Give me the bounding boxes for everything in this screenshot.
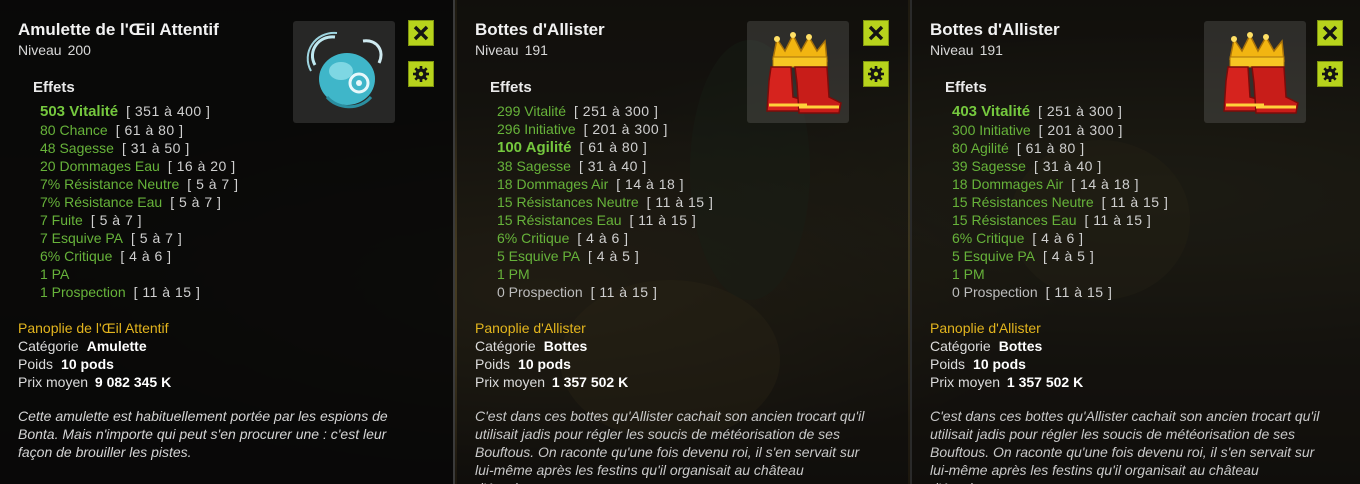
category-row: Catégorie Bottes (475, 338, 588, 354)
item-tooltip-3: Bottes d'Allister Niveau 191 Effets 403 V… (910, 0, 1360, 484)
effect-line: 1 PA (40, 266, 70, 282)
effect-line: 7% Résistance Eau[ 5 à 7 ] (40, 194, 222, 210)
crowned-boots-icon (1204, 21, 1306, 123)
effect-line: 39 Sagesse[ 31 à 40 ] (952, 158, 1102, 174)
settings-button[interactable] (863, 61, 889, 87)
effect-line: 7 Esquive PA[ 5 à 7 ] (40, 230, 183, 246)
effect-line: 100 Agilité[ 61 à 80 ] (497, 139, 648, 156)
effect-line: 80 Chance[ 61 à 80 ] (40, 122, 184, 138)
effect-line: 1 PM (952, 266, 985, 282)
set-name-link[interactable]: Panoplie de l'Œil Attentif (18, 319, 453, 337)
level-value: 191 (979, 42, 1003, 58)
effect-line: 18 Dommages Air[ 14 à 18 ] (952, 176, 1140, 192)
price-row: Prix moyen 1 357 502 K (475, 374, 629, 390)
effect-line: 15 Résistances Eau[ 11 à 15 ] (952, 212, 1152, 228)
price-row: Prix moyen 9 082 345 K (18, 374, 172, 390)
effect-line: 0 Prospection[ 11 à 15 ] (952, 284, 1113, 300)
item-tooltip-1: Amulette de l'Œil Attentif Niveau 200 Eff… (0, 0, 455, 484)
gear-icon (413, 66, 429, 82)
item-tooltip-2: Bottes d'Allister Niveau 191 Effets 299 V… (457, 0, 908, 484)
category-row: Catégorie Bottes (930, 338, 1043, 354)
effect-line: 6% Critique[ 4 à 6 ] (40, 248, 172, 264)
settings-button[interactable] (408, 61, 434, 87)
crowned-boots-icon (747, 21, 849, 123)
effect-line: 1 PM (497, 266, 530, 282)
effect-line: 15 Résistances Neutre[ 11 à 15 ] (497, 194, 714, 210)
effect-line: 38 Sagesse[ 31 à 40 ] (497, 158, 647, 174)
effect-line: 18 Dommages Air[ 14 à 18 ] (497, 176, 685, 192)
close-x-icon (1322, 25, 1338, 41)
effect-line: 15 Résistances Eau[ 11 à 15 ] (497, 212, 697, 228)
weight-row: Poids 10 pods (475, 356, 571, 372)
price-row: Prix moyen 1 357 502 K (930, 374, 1084, 390)
level-value: 191 (524, 42, 548, 58)
effect-line: 5 Esquive PA[ 4 à 5 ] (952, 248, 1095, 264)
effect-line: 5 Esquive PA[ 4 à 5 ] (497, 248, 640, 264)
effect-line: 48 Sagesse[ 31 à 50 ] (40, 140, 190, 156)
close-button[interactable] (1317, 20, 1343, 46)
effect-line: 7% Résistance Neutre[ 5 à 7 ] (40, 176, 239, 192)
effect-line: 6% Critique[ 4 à 6 ] (952, 230, 1084, 246)
gear-icon (868, 66, 884, 82)
effect-line: 0 Prospection[ 11 à 15 ] (497, 284, 658, 300)
effect-line: 7 Fuite[ 5 à 7 ] (40, 212, 143, 228)
effects-list: 503 Vitalité[ 351 à 400 ] 80 Chance[ 61 … (40, 102, 453, 301)
effect-line: 1 Prospection[ 11 à 15 ] (40, 284, 201, 300)
close-button[interactable] (863, 20, 889, 46)
level-label: Niveau (18, 42, 62, 58)
effects-list: 403 Vitalité[ 251 à 300 ] 300 Initiative… (952, 102, 1360, 301)
level-label: Niveau (930, 42, 974, 58)
gear-icon (1322, 66, 1338, 82)
close-x-icon (868, 25, 884, 41)
set-name-link[interactable]: Panoplie d'Allister (475, 319, 908, 337)
effect-line: 300 Initiative[ 201 à 300 ] (952, 122, 1123, 138)
category-row: Catégorie Amulette (18, 338, 147, 354)
item-description: C'est dans ces bottes qu'Allister cachai… (475, 408, 865, 484)
close-x-icon (413, 25, 429, 41)
effect-line: 15 Résistances Neutre[ 11 à 15 ] (952, 194, 1169, 210)
item-description: Cette amulette est habituellement portée… (18, 408, 388, 460)
amulet-icon (293, 21, 395, 123)
set-name-link[interactable]: Panoplie d'Allister (930, 319, 1360, 337)
weight-row: Poids 10 pods (18, 356, 114, 372)
close-button[interactable] (408, 20, 434, 46)
level-value: 200 (67, 42, 91, 58)
effect-line: 6% Critique[ 4 à 6 ] (497, 230, 629, 246)
settings-button[interactable] (1317, 61, 1343, 87)
level-label: Niveau (475, 42, 519, 58)
effect-line: 20 Dommages Eau[ 16 à 20 ] (40, 158, 236, 174)
effects-list: 299 Vitalité[ 251 à 300 ] 296 Initiative… (497, 102, 908, 301)
effect-line: 80 Agilité[ 61 à 80 ] (952, 140, 1085, 156)
weight-row: Poids 10 pods (930, 356, 1026, 372)
item-description: C'est dans ces bottes qu'Allister cachai… (930, 408, 1320, 484)
